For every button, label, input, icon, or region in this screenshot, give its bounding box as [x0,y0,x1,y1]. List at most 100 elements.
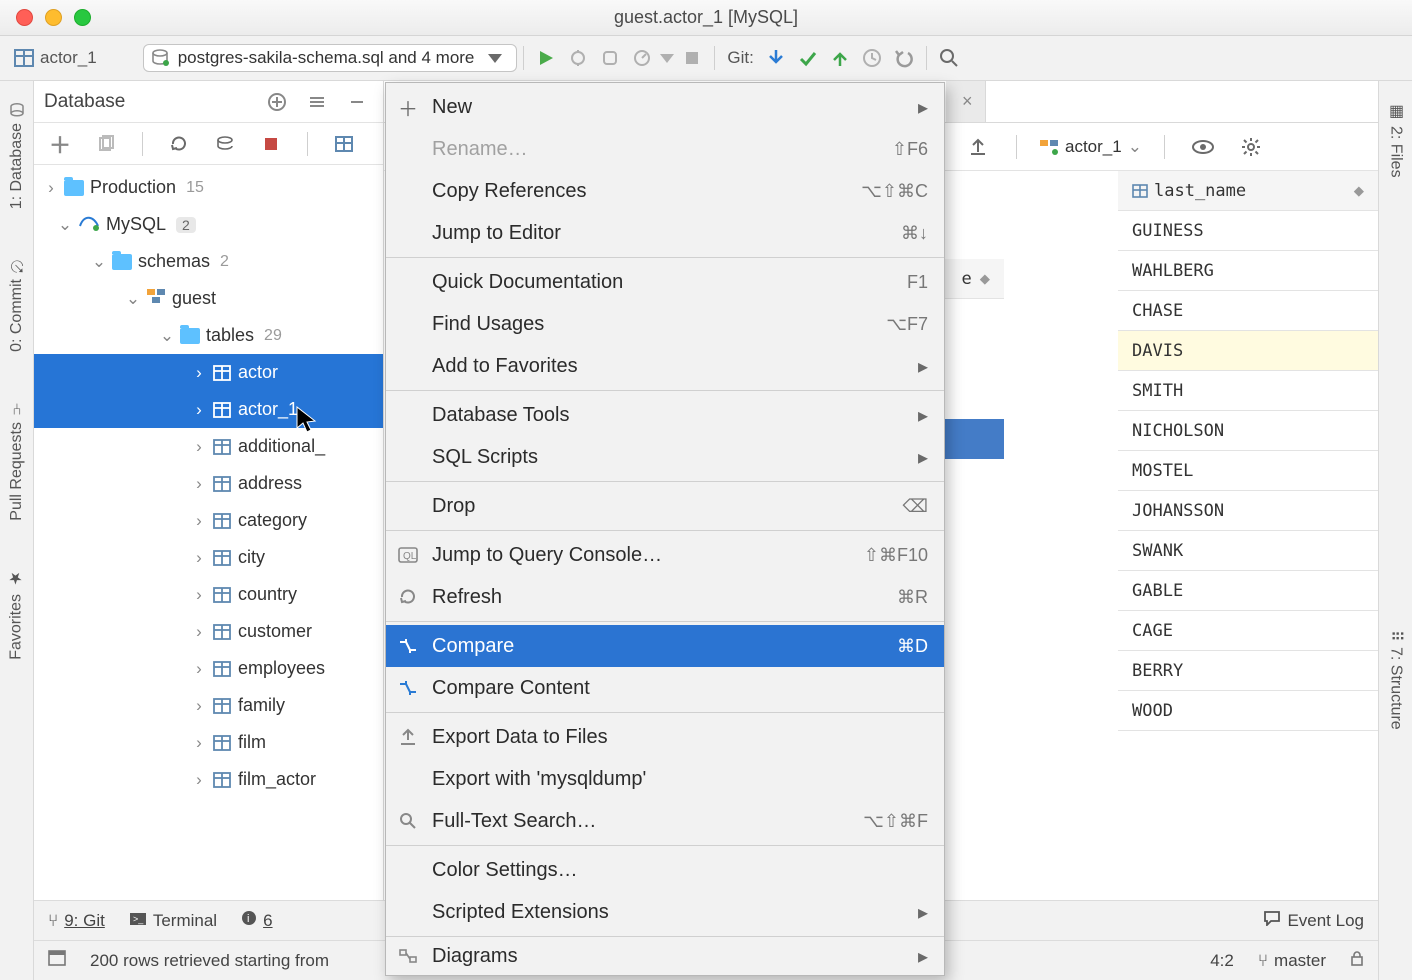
menu-sql-scripts[interactable]: SQL Scripts ▸ [386,436,944,478]
caret-position[interactable]: 4:2 [1210,951,1234,971]
database-tool-tab[interactable]: 1: Database [8,89,26,221]
terminal-tool-tab[interactable]: >_ Terminal [129,911,217,931]
commit-tool-tab[interactable]: 0: Commit ⎋ [8,245,26,364]
tree-node-table[interactable]: › country [34,576,383,613]
pull-requests-tool-tab[interactable]: Pull Requests ⑂ [8,388,26,533]
menu-diagrams[interactable]: Diagrams ▸ [386,940,944,972]
rollback-button[interactable] [891,45,917,71]
tree-node-table[interactable]: › film_actor [34,761,383,798]
svg-text:QL: QL [403,551,417,562]
table-cell[interactable]: NICHOLSON [1118,411,1378,451]
hide-panel-button[interactable] [344,89,370,115]
tree-node-table[interactable]: › film [34,724,383,761]
git-update-button[interactable] [763,45,789,71]
close-tab-icon[interactable]: × [962,91,973,112]
menu-add-to-favorites[interactable]: Add to Favorites ▸ [386,345,944,387]
menu-quick-documentation[interactable]: Quick Documentation F1 [386,261,944,303]
tree-node-table[interactable]: › employees [34,650,383,687]
sync-button[interactable] [212,131,238,157]
menu-jump-to-query-console[interactable]: QL Jump to Query Console… ⇧⌘F10 [386,534,944,576]
table-cell[interactable]: GABLE [1118,571,1378,611]
table-cell[interactable]: SWANK [1118,531,1378,571]
tree-node-tables[interactable]: ⌄ tables 29 [34,317,383,354]
search-everywhere-button[interactable] [936,45,962,71]
new-button[interactable]: ＋ [47,131,73,157]
git-push-button[interactable] [827,45,853,71]
tree-node-schemas[interactable]: ⌄ schemas 2 [34,243,383,280]
menu-find-usages[interactable]: Find Usages ⌥F7 [386,303,944,345]
git-tool-tab[interactable]: ⑂ 9: Git [48,911,105,931]
menu-new[interactable]: ＋ New ▸ [386,86,944,128]
settings-button[interactable] [1238,134,1264,160]
menu-full-text-search[interactable]: Full-Text Search… ⌥⇧⌘F [386,800,944,842]
tree-node-table[interactable]: › family [34,687,383,724]
table-cell[interactable]: MOSTEL [1118,451,1378,491]
breadcrumb-label: actor_1 [40,48,97,68]
tree-node-production[interactable]: › Production 15 [34,169,383,206]
refresh-button[interactable] [166,131,192,157]
menu-export-mysqldump[interactable]: Export with 'mysqldump' [386,758,944,800]
table-cell[interactable]: CAGE [1118,611,1378,651]
table-cell[interactable]: GUINESS [1118,211,1378,251]
menu-jump-to-editor[interactable]: Jump to Editor ⌘↓ [386,212,944,254]
menu-color-settings[interactable]: Color Settings… [386,849,944,891]
table-cell[interactable]: JOHANSSON [1118,491,1378,531]
schema-selector[interactable]: actor_1 ⌄ [1039,137,1142,157]
run-button[interactable] [533,45,559,71]
stop-button[interactable] [679,45,705,71]
menu-copy-references[interactable]: Copy References ⌥⇧⌘C [386,170,944,212]
table-cell[interactable]: BERRY [1118,651,1378,691]
table-icon [14,48,34,68]
editor-tab[interactable]: × [946,81,986,122]
menu-scripted-extensions[interactable]: Scripted Extensions ▸ [386,891,944,933]
git-commit-button[interactable] [795,45,821,71]
run-with-coverage-button[interactable] [597,45,623,71]
table-cell[interactable]: WOOD [1118,691,1378,731]
tree-node-mysql[interactable]: ⌄ MySQL 2 [34,206,383,243]
debug-button[interactable] [565,45,591,71]
table-cell[interactable]: CHASE [1118,291,1378,331]
chevron-right-icon: › [192,696,206,716]
table-cell[interactable]: DAVIS [1118,331,1378,371]
menu-database-tools[interactable]: Database Tools ▸ [386,394,944,436]
export-button[interactable] [965,134,991,160]
git-branch-widget[interactable]: ⑂ master [1258,951,1326,971]
column-header-last-name[interactable]: last_name ◆ [1118,171,1378,211]
tree-node-table[interactable]: › customer [34,613,383,650]
menu-compare-content[interactable]: Compare Content [386,667,944,709]
titlebar: guest.actor_1 [MySQL] [0,0,1412,36]
duplicate-button[interactable] [93,131,119,157]
favorites-tool-tab[interactable]: Favorites ★ [7,557,26,672]
tree-node-table[interactable]: › additional_ [34,428,383,465]
tree-node-table[interactable]: › actor [34,354,383,391]
view-button[interactable] [1190,134,1216,160]
menu-drop[interactable]: Drop ⌫ [386,485,944,527]
lock-icon[interactable] [1350,950,1364,971]
menu-export-data-to-files[interactable]: Export Data to Files [386,716,944,758]
run-configuration-dropdown[interactable]: postgres-sakila-schema.sql and 4 more [143,44,518,72]
tree-node-table[interactable]: › actor_1 [34,391,383,428]
chevron-right-icon: › [192,548,206,568]
tree-node-table[interactable]: › category [34,502,383,539]
export-icon [396,728,420,746]
profiler-button[interactable] [629,45,655,71]
menu-refresh[interactable]: Refresh ⌘R [386,576,944,618]
stop-button[interactable] [258,131,284,157]
add-datasource-button[interactable] [264,89,290,115]
table-cell[interactable]: WAHLBERG [1118,251,1378,291]
tree-node-table[interactable]: › address [34,465,383,502]
view-as-button[interactable] [331,131,357,157]
database-tree[interactable]: › Production 15 ⌄ MySQL 2 ⌄ schemas 2 ⌄ … [34,165,383,802]
git-history-button[interactable] [859,45,885,71]
collapse-all-button[interactable] [304,89,330,115]
event-log-tool-tab[interactable]: Event Log [1263,910,1364,931]
breadcrumb[interactable]: actor_1 [14,48,97,68]
menu-compare[interactable]: Compare ⌘D [386,625,944,667]
files-tool-tab[interactable]: ▦ 2: Files [1386,89,1405,190]
problems-tool-tab[interactable]: i 6 [241,910,272,931]
tool-windows-button[interactable] [48,950,66,971]
tree-node-table[interactable]: › city [34,539,383,576]
table-cell[interactable]: SMITH [1118,371,1378,411]
tree-node-guest[interactable]: ⌄ guest [34,280,383,317]
structure-tool-tab[interactable]: ⠿ 7: Structure [1386,618,1405,742]
